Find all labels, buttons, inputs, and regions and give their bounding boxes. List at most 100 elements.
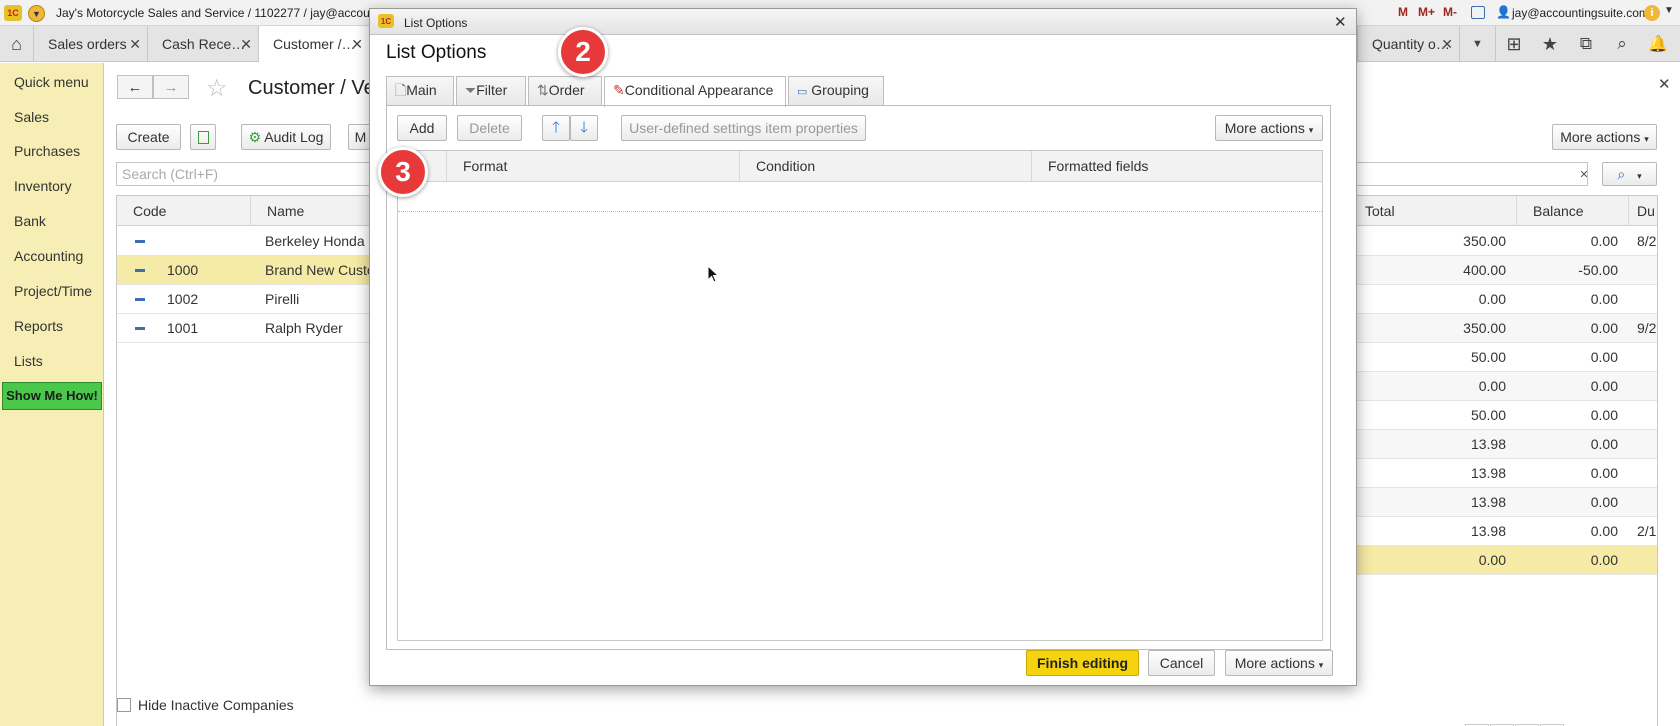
cell-code: 1001 <box>167 320 199 336</box>
move-down-button[interactable]: 🡓 <box>570 115 598 141</box>
dialog-title-bar: 1С List Options ✕ <box>370 9 1356 35</box>
tab-filter[interactable]: ⏷Filter <box>456 76 526 105</box>
step-badge-2: 2 <box>558 27 608 77</box>
more-actions-button[interactable]: More actions ▾ <box>1552 124 1657 150</box>
tab-cash-receipts[interactable]: Cash Rece… ✕ <box>148 26 259 62</box>
tab-quantity-on-hand[interactable]: Quantity o… ✕ <box>1357 26 1460 62</box>
tab-conditional-appearance[interactable]: ✎Conditional Appearance <box>604 76 786 107</box>
chevron-down-icon: ▾ <box>1637 171 1642 181</box>
tab-label: Quantity o… <box>1372 36 1450 52</box>
table-row[interactable]: 400.00 -50.00 <box>1356 256 1657 285</box>
table-row[interactable]: 13.98 0.00 2/1 <box>1356 517 1657 546</box>
column-header-format[interactable]: Format <box>447 151 740 181</box>
close-page-icon[interactable]: ✕ <box>1658 75 1671 93</box>
info-icon[interactable]: i <box>1644 5 1660 21</box>
favorite-star-icon[interactable]: ☆ <box>206 74 228 103</box>
forward-arrow-icon[interactable]: → <box>153 75 189 99</box>
move-up-button[interactable]: 🡑 <box>542 115 570 141</box>
history-icon[interactable]: ⧉ <box>1570 26 1602 62</box>
more-actions-label: More actions <box>1560 129 1641 145</box>
tab-grouping[interactable]: ▭ Grouping <box>788 76 884 105</box>
column-header-condition[interactable]: Condition <box>740 151 1032 181</box>
delete-button[interactable]: Delete <box>457 115 522 141</box>
empty-grid-row[interactable] <box>398 182 1322 212</box>
sidebar-item-bank[interactable]: Bank <box>14 213 46 229</box>
table-row[interactable]: 350.00 0.00 8/2 <box>1356 227 1657 256</box>
main-menu-icon[interactable]: ▼ <box>28 5 45 22</box>
search-icon: ⌕ <box>1617 166 1626 182</box>
table-row[interactable]: 13.98 0.00 <box>1356 430 1657 459</box>
column-header-due[interactable]: Du <box>1637 203 1655 219</box>
table-row[interactable]: 50.00 0.00 <box>1356 401 1657 430</box>
column-divider <box>250 196 251 226</box>
close-icon[interactable]: ✕ <box>129 36 141 53</box>
current-user[interactable]: jay@accountingsuite.com <box>1512 6 1649 20</box>
table-row[interactable]: 0.00 0.00 <box>1356 372 1657 401</box>
dialog-close-icon[interactable]: ✕ <box>1334 13 1347 31</box>
back-arrow-icon[interactable]: ← <box>117 75 153 99</box>
audit-log-button[interactable]: ⚙ Audit Log <box>241 124 331 150</box>
user-icon: 👤 <box>1496 5 1511 19</box>
favorites-star-icon[interactable]: ★ <box>1534 26 1566 62</box>
show-me-how-button[interactable]: Show Me How! <box>2 382 102 410</box>
apps-grid-icon[interactable]: ⊞ <box>1498 26 1530 62</box>
sidebar-item-lists[interactable]: Lists <box>14 353 43 369</box>
m-button[interactable]: M <box>1398 5 1408 19</box>
table-row[interactable]: 13.98 0.00 <box>1356 459 1657 488</box>
search-options-button[interactable]: ⌕ ▾ <box>1602 162 1657 186</box>
sidebar-item-quick-menu[interactable]: Quick menu <box>14 74 89 90</box>
paint-brush-icon: ✎ <box>613 82 625 98</box>
m-plus-button[interactable]: M+ <box>1418 5 1435 19</box>
finish-editing-button[interactable]: Finish editing <box>1026 650 1139 676</box>
column-header-code[interactable]: Code <box>133 203 166 219</box>
close-icon[interactable]: ✕ <box>1441 36 1453 53</box>
tab-customer-vendor[interactable]: Customer /… ✕ <box>259 26 370 63</box>
table-row[interactable]: 13.98 0.00 <box>1356 488 1657 517</box>
column-header-formatted-fields[interactable]: Formatted fields <box>1032 151 1322 181</box>
column-header-balance[interactable]: Balance <box>1533 203 1584 219</box>
clear-search-icon[interactable]: ✕ <box>1575 164 1593 184</box>
app-logo-icon: 1С <box>378 14 394 28</box>
tab-main[interactable]: 🗋Main <box>386 76 454 105</box>
chevron-down-icon: ▾ <box>1644 134 1649 144</box>
table-row[interactable]: 350.00 0.00 9/2 <box>1356 314 1657 343</box>
add-button[interactable]: Add <box>397 115 447 141</box>
panel-toggle-icon[interactable] <box>1471 6 1485 19</box>
hide-inactive-checkbox[interactable] <box>117 698 131 712</box>
create-button[interactable]: Create <box>116 124 181 150</box>
home-icon[interactable]: ⌂ <box>0 26 34 62</box>
tab-content-panel: Add Delete 🡑 🡓 User-defined settings ite… <box>386 105 1331 650</box>
sidebar-item-accounting[interactable]: Accounting <box>14 248 83 264</box>
tab-sales-orders[interactable]: Sales orders ✕ <box>34 26 148 62</box>
copy-document-button[interactable] <box>190 124 216 150</box>
sidebar-item-inventory[interactable]: Inventory <box>14 178 72 194</box>
tab-label: Sales orders <box>48 36 127 52</box>
close-icon[interactable]: ✕ <box>240 36 252 53</box>
search-icon[interactable]: ⌕ <box>1606 26 1638 62</box>
more-actions-button[interactable]: More actions ▾ <box>1215 115 1323 141</box>
info-dropdown-icon[interactable]: ▼ <box>1664 5 1674 16</box>
sidebar-item-sales[interactable]: Sales <box>14 109 49 125</box>
user-defined-settings-button[interactable]: User-defined settings item properties <box>621 115 866 141</box>
window-title: Jay's Motorcycle Sales and Service / 110… <box>56 6 409 20</box>
tab-label: Conditional Appearance <box>624 82 774 98</box>
notifications-bell-icon[interactable]: 🔔 <box>1642 26 1674 62</box>
table-row[interactable]: 0.00 0.00 <box>1356 546 1657 575</box>
sidebar-item-reports[interactable]: Reports <box>14 318 63 334</box>
cancel-button[interactable]: Cancel <box>1148 650 1215 676</box>
column-header-total[interactable]: Total <box>1365 203 1395 219</box>
column-header-name[interactable]: Name <box>267 203 304 219</box>
more-actions-bottom-button[interactable]: More actions ▾ <box>1225 650 1333 676</box>
cell-code: 1000 <box>167 262 199 278</box>
cell-balance: 0.00 <box>1590 465 1618 481</box>
table-row[interactable]: 50.00 0.00 <box>1356 343 1657 372</box>
table-row[interactable]: 0.00 0.00 <box>1356 285 1657 314</box>
close-icon[interactable]: ✕ <box>351 36 363 53</box>
cell-name: Berkeley Honda <box>265 233 365 249</box>
m-minus-button[interactable]: M- <box>1443 5 1457 19</box>
sidebar-item-project-time[interactable]: Project/Time <box>14 283 92 299</box>
sidebar-item-purchases[interactable]: Purchases <box>14 143 80 159</box>
app-logo-icon: 1С <box>4 5 22 21</box>
tabs-dropdown-icon[interactable]: ▼ <box>1460 26 1496 62</box>
tab-order[interactable]: ⇅Order <box>528 76 602 105</box>
